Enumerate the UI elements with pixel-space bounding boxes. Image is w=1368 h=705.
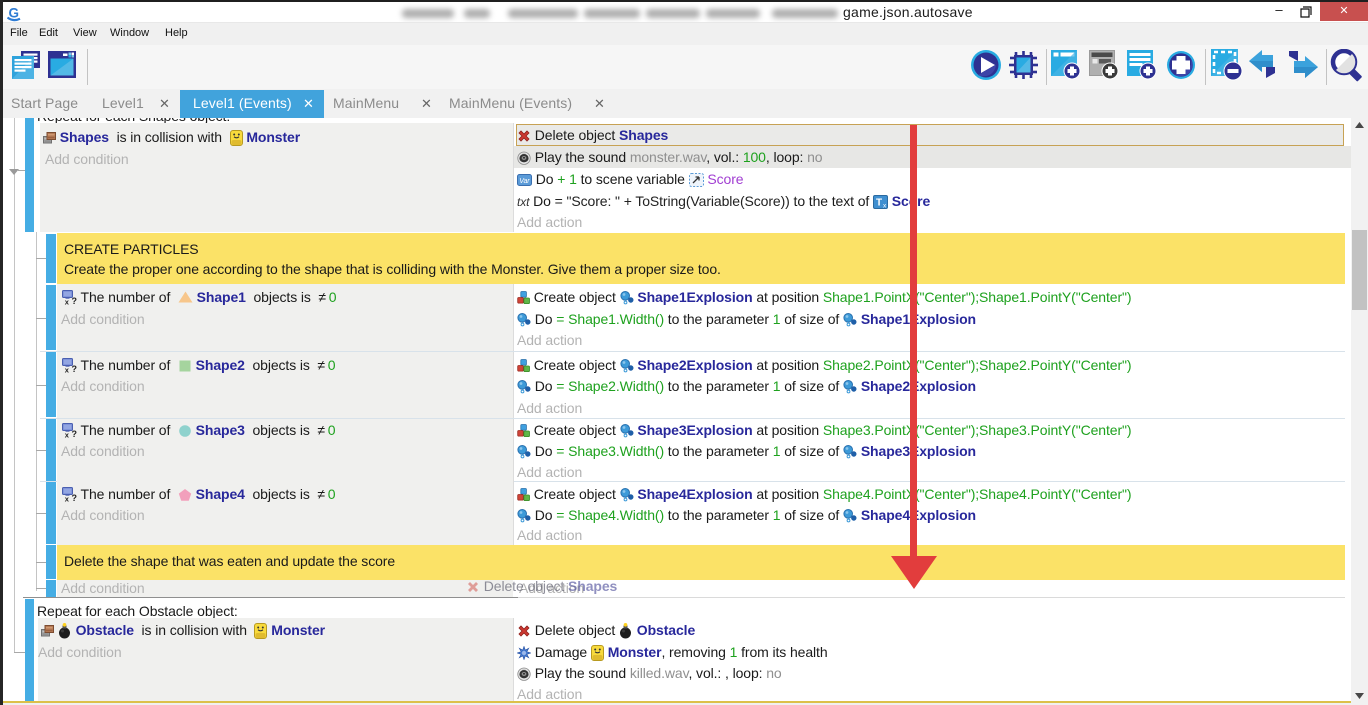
- svg-text:?: ?: [72, 493, 77, 503]
- svg-text:?: ?: [72, 364, 77, 374]
- svg-text:?: ?: [72, 296, 77, 306]
- svg-text:T: T: [876, 197, 882, 208]
- svg-text:Var: Var: [519, 178, 530, 185]
- svg-text:x: x: [65, 298, 70, 307]
- svg-text:x: x: [65, 494, 70, 503]
- svg-text:x: x: [65, 431, 70, 440]
- svg-text:?: ?: [72, 429, 77, 439]
- svg-text:x: x: [65, 365, 70, 374]
